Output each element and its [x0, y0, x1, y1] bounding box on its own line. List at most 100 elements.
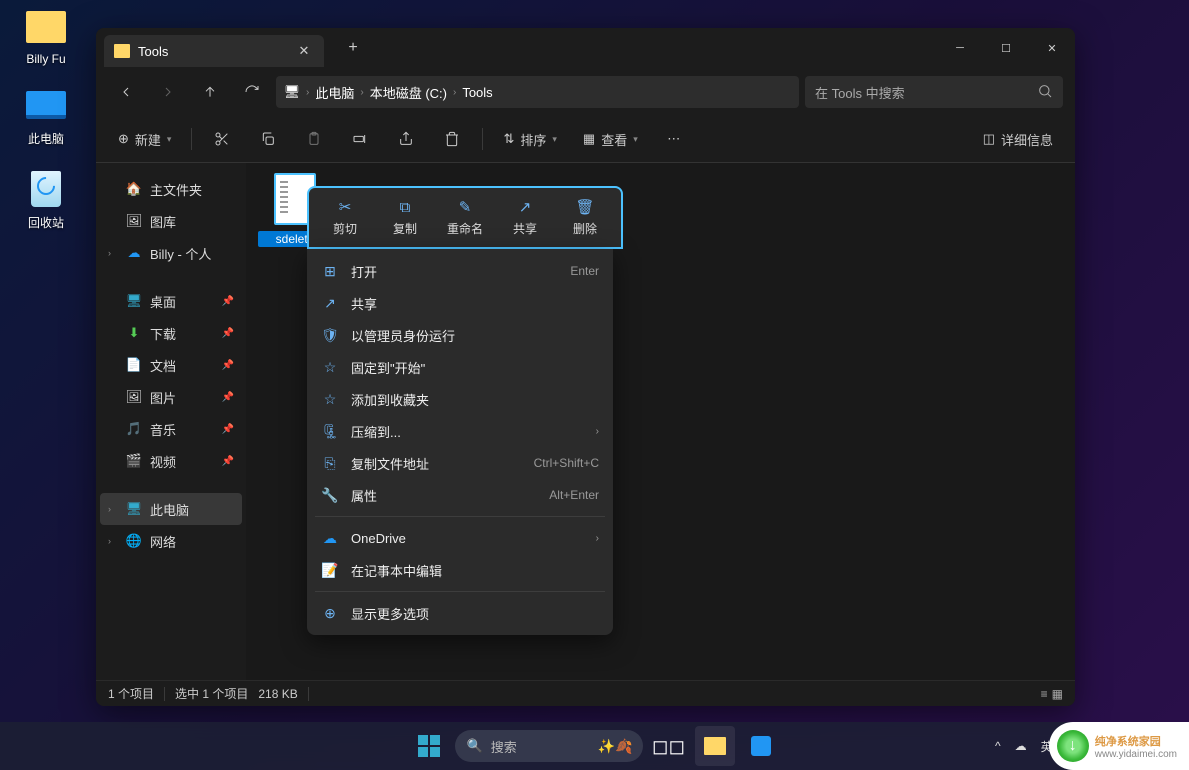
- breadcrumb-this-pc[interactable]: 此电脑: [315, 83, 354, 102]
- music-icon: 🎵: [126, 421, 142, 437]
- new-button[interactable]: ⊕新建▾: [108, 122, 181, 156]
- start-button[interactable]: [409, 726, 449, 766]
- chevron-right-icon: ›: [108, 504, 118, 514]
- ctx-cut-button[interactable]: ✂剪切: [315, 194, 375, 241]
- forward-button[interactable]: [150, 76, 186, 108]
- archive-icon: 🗜: [321, 423, 339, 440]
- delete-button[interactable]: [432, 122, 472, 156]
- sidebar-item-music[interactable]: 🎵音乐📌: [100, 413, 242, 445]
- sidebar-item-downloads[interactable]: ⬇下载📌: [100, 317, 242, 349]
- ctx-show-more[interactable]: ⊕显示更多选项: [307, 597, 613, 629]
- new-tab-button[interactable]: +: [338, 33, 368, 63]
- ctx-open[interactable]: ⊞打开Enter: [307, 255, 613, 287]
- up-button[interactable]: [192, 76, 228, 108]
- sidebar-item-home[interactable]: 🏠主文件夹: [100, 173, 242, 205]
- trash-icon: 🗑: [575, 198, 594, 216]
- pin-icon: 📌: [222, 456, 234, 467]
- ctx-add-favorite[interactable]: ☆添加到收藏夹: [307, 383, 613, 415]
- folder-icon: [114, 44, 130, 58]
- notepad-icon: 📝: [321, 562, 339, 579]
- rename-button[interactable]: [340, 122, 380, 156]
- sidebar-item-gallery[interactable]: 🖼图库: [100, 205, 242, 237]
- pin-icon: 📌: [222, 360, 234, 371]
- taskbar-search[interactable]: 🔍搜索✨🍂: [455, 730, 643, 762]
- window-controls: ─ ☐ ✕: [937, 28, 1075, 68]
- desktop-icon-user-folder[interactable]: Billy Fu: [10, 6, 82, 66]
- sidebar-item-videos[interactable]: 🎬视频📌: [100, 445, 242, 477]
- status-selected-count: 选中 1 个项目: [175, 685, 248, 702]
- task-view-button[interactable]: ◻◻: [649, 726, 689, 766]
- watermark: ↓ 纯净系统家园www.yidaimei.com: [1049, 722, 1189, 770]
- wrench-icon: 🔧: [321, 487, 339, 504]
- ctx-share-button[interactable]: ↗共享: [495, 194, 555, 241]
- sidebar-item-onedrive[interactable]: ›☁Billy - 个人: [100, 237, 242, 269]
- maximize-button[interactable]: ☐: [983, 28, 1029, 68]
- watermark-url: www.yidaimei.com: [1095, 749, 1177, 760]
- ctx-share[interactable]: ↗共享: [307, 287, 613, 319]
- tray-onedrive-icon[interactable]: ☁: [1015, 739, 1027, 753]
- details-pane-button[interactable]: ◫详细信息: [973, 122, 1063, 156]
- ctx-run-as-admin[interactable]: 🛡以管理员身份运行: [307, 319, 613, 351]
- paste-button[interactable]: [294, 122, 334, 156]
- search-input[interactable]: 在 Tools 中搜索: [805, 76, 1063, 108]
- desktop-icon-this-pc[interactable]: 此电脑: [10, 84, 82, 147]
- close-button[interactable]: ✕: [1029, 28, 1075, 68]
- ctx-onedrive[interactable]: ☁OneDrive›: [307, 522, 613, 554]
- download-icon: ⬇: [126, 325, 142, 341]
- plus-circle-icon: ⊕: [118, 131, 129, 147]
- view-button[interactable]: ▦查看▾: [573, 122, 648, 156]
- share-icon: ↗: [321, 295, 339, 312]
- ctx-compress[interactable]: 🗜压缩到...›: [307, 415, 613, 447]
- address-bar[interactable]: 🖥 › 此电脑 › 本地磁盘 (C:) › Tools: [276, 76, 799, 108]
- view-details-button[interactable]: ≡: [1041, 687, 1048, 701]
- tab-tools[interactable]: Tools ✕: [104, 35, 324, 67]
- taskbar-store[interactable]: [741, 726, 781, 766]
- ctx-edit-notepad[interactable]: 📝在记事本中编辑: [307, 554, 613, 586]
- toolbar: ⊕新建▾ ⇅排序▾ ▦查看▾ ⋯ ◫详细信息: [96, 116, 1075, 163]
- sidebar-item-pictures[interactable]: 🖼图片📌: [100, 381, 242, 413]
- search-highlight-icon: ✨🍂: [598, 738, 633, 755]
- desktop-icon-recycle-bin[interactable]: 回收站: [10, 168, 82, 231]
- copy-icon: ⧉: [400, 198, 411, 216]
- open-icon: ⊞: [321, 263, 339, 280]
- ctx-rename-button[interactable]: ✎重命名: [435, 194, 495, 241]
- watermark-title: 纯净系统家园: [1095, 736, 1161, 748]
- ctx-copy-path[interactable]: ⎘复制文件地址Ctrl+Shift+C: [307, 447, 613, 479]
- chevron-right-icon: ›: [306, 87, 309, 98]
- sort-button[interactable]: ⇅排序▾: [493, 122, 566, 156]
- cut-button[interactable]: [202, 122, 242, 156]
- more-button[interactable]: ⋯: [654, 122, 694, 156]
- tray-chevron-icon[interactable]: ^: [995, 739, 1001, 753]
- close-tab-button[interactable]: ✕: [294, 43, 314, 59]
- breadcrumb-drive-c[interactable]: 本地磁盘 (C:): [370, 83, 447, 102]
- ctx-delete-button[interactable]: 🗑删除: [555, 194, 615, 241]
- share-button[interactable]: [386, 122, 426, 156]
- sidebar-item-network[interactable]: ›🌐网络: [100, 525, 242, 557]
- view-tiles-button[interactable]: ▦: [1052, 687, 1063, 701]
- pin-icon: 📌: [222, 392, 234, 403]
- refresh-button[interactable]: [234, 76, 270, 108]
- shield-icon: 🛡: [321, 327, 339, 344]
- scissors-icon: ✂: [339, 198, 352, 216]
- ctx-copy-button[interactable]: ⧉复制: [375, 194, 435, 241]
- sidebar-item-documents[interactable]: 📄文档📌: [100, 349, 242, 381]
- copy-button[interactable]: [248, 122, 288, 156]
- chevron-right-icon: ›: [596, 426, 599, 437]
- status-size: 218 KB: [258, 687, 297, 701]
- taskbar-explorer[interactable]: [695, 726, 735, 766]
- recycle-bin-icon: [25, 168, 67, 210]
- ctx-pin-to-start[interactable]: ☆固定到"开始": [307, 351, 613, 383]
- sidebar-item-this-pc[interactable]: ›🖥此电脑: [100, 493, 242, 525]
- tab-title: Tools: [138, 44, 168, 59]
- search-placeholder: 在 Tools 中搜索: [815, 83, 905, 102]
- sidebar-item-desktop[interactable]: 🖥桌面📌: [100, 285, 242, 317]
- ctx-properties[interactable]: 🔧属性Alt+Enter: [307, 479, 613, 511]
- context-menu-quick-actions: ✂剪切 ⧉复制 ✎重命名 ↗共享 🗑删除: [307, 186, 623, 249]
- pc-icon: 🖥: [126, 501, 142, 517]
- pin-icon: ☆: [321, 359, 339, 376]
- breadcrumb-tools[interactable]: Tools: [462, 85, 492, 100]
- pin-icon: 📌: [222, 424, 234, 435]
- back-button[interactable]: [108, 76, 144, 108]
- gallery-icon: 🖼: [126, 213, 142, 229]
- minimize-button[interactable]: ─: [937, 28, 983, 68]
